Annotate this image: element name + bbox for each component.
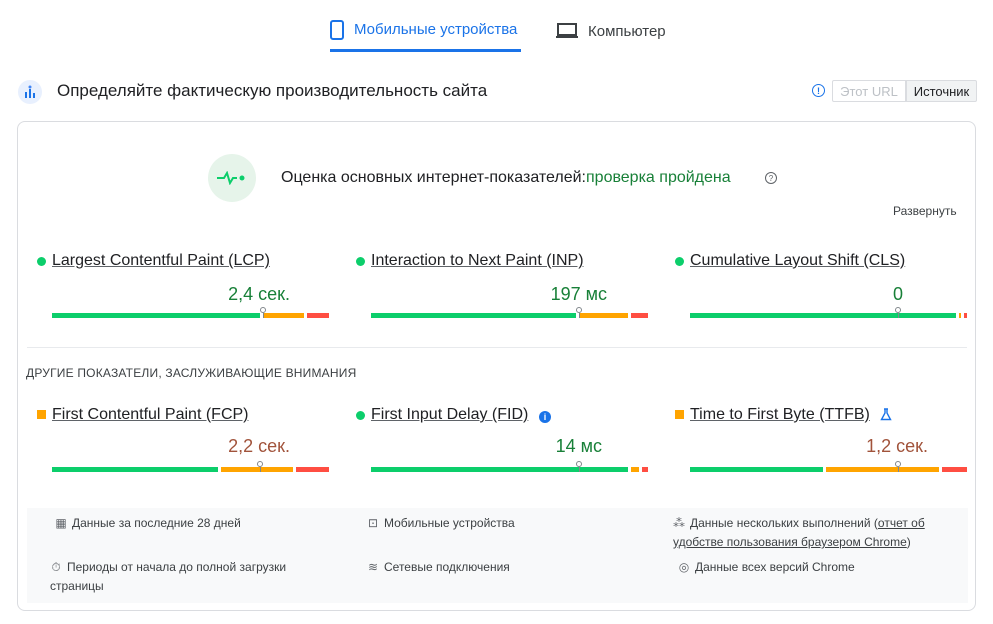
bar-segment-poor [964, 313, 967, 318]
bar-segment-good [52, 467, 218, 472]
bar-segment-poor [295, 467, 329, 472]
tab-mobile-label: Мобильные устройства [354, 21, 518, 38]
metric-lcp-bar [52, 307, 329, 318]
status-dot-good [356, 411, 365, 420]
assessment-text: Оценка основных интернет-показателей:про… [281, 168, 731, 188]
bar-segment-average [958, 313, 962, 318]
metric-inp-bar [371, 307, 648, 318]
pulse-icon [208, 154, 256, 202]
section-divider [27, 347, 967, 348]
assessment-status: проверка пройдена [586, 169, 731, 186]
metric-inp-link[interactable]: Interaction to Next Paint (INP) [371, 252, 584, 270]
metric-fcp-value: 2,2 сек. [228, 436, 290, 456]
versions-text: Данные всех версий Chrome [695, 560, 855, 574]
devices-icon: ⊡ [367, 516, 379, 530]
bar-segment-poor [631, 313, 648, 318]
expand-button[interactable]: Развернуть [893, 204, 957, 218]
info-icon[interactable]: i [539, 411, 551, 423]
status-dot-good [356, 257, 365, 266]
metric-ttfb-value: 1,2 сек. [866, 436, 928, 456]
metric-fid-link[interactable]: First Input Delay (FID) [371, 406, 528, 424]
users-icon: ⁂ [673, 516, 685, 530]
metric-fcp-bar [52, 461, 329, 472]
metric-inp-value: 197 мс [550, 284, 607, 304]
bar-segment-poor [642, 467, 648, 472]
status-square-average [675, 410, 684, 419]
device-text: Мобильные устройства [384, 516, 515, 530]
status-dot-good [675, 257, 684, 266]
runs-suffix: ) [906, 535, 911, 549]
toggle-origin[interactable]: Источник [906, 80, 977, 102]
bar-segment-average [220, 467, 293, 472]
percentile-marker [575, 461, 582, 472]
metric-cls-value: 0 [892, 284, 903, 304]
tab-mobile[interactable]: Мобильные устройства [330, 10, 521, 52]
durations-info: ⏱ Периоды от начала до полной загрузки ст… [50, 558, 320, 596]
period-info: ▦ Данные за последние 28 дней [55, 514, 241, 533]
runs-prefix: Данные нескольких выполнений ( [690, 516, 878, 530]
metric-lcp-value: 2,4 сек. [228, 284, 290, 304]
bar-segment-good [371, 467, 629, 472]
toggle-this-url[interactable]: Этот URL [832, 80, 906, 102]
device-info: ⊡ Мобильные устройства [367, 514, 515, 533]
percentile-marker [894, 307, 901, 318]
metric-ttfb-link[interactable]: Time to First Byte (TTFB) [690, 406, 870, 424]
bar-segment-average [262, 313, 304, 318]
metric-cls-bar [690, 307, 967, 318]
period-text: Данные за последние 28 дней [72, 516, 241, 530]
chrome-icon: ◎ [678, 560, 690, 574]
other-metrics-heading: ДРУГИЕ ПОКАЗАТЕЛИ, ЗАСЛУЖИВАЮЩИЕ ВНИМАНИ… [26, 366, 357, 380]
phone-icon [330, 19, 344, 40]
network-text: Сетевые подключения [384, 560, 510, 574]
metric-fid-value: 14 мс [555, 436, 602, 456]
bar-segment-average [578, 313, 629, 318]
assessment-label: Оценка основных интернет-показателей: [281, 169, 586, 186]
flask-icon[interactable] [880, 408, 892, 421]
percentile-marker [259, 307, 266, 318]
percentile-marker [575, 307, 582, 318]
bar-segment-good [690, 467, 823, 472]
bar-segment-good [690, 313, 956, 318]
data-info-panel: ▦ Данные за последние 28 дней ⊡ Мобильные … [27, 508, 968, 603]
help-icon[interactable]: ? [765, 172, 777, 184]
metric-lcp-link[interactable]: Largest Contentful Paint (LCP) [52, 252, 270, 270]
tab-desktop-label: Компьютер [588, 22, 666, 40]
percentile-marker [894, 461, 901, 472]
page-title: Определяйте фактическую производительнос… [57, 81, 488, 100]
runs-info: ⁂ Данные нескольких выполнений (отчет об … [673, 514, 953, 552]
durations-text: Периоды от начала до полной загрузки стр… [50, 560, 287, 593]
field-data-logo-icon [18, 80, 42, 104]
calendar-icon: ▦ [55, 516, 67, 530]
wifi-icon: ≋ [367, 560, 379, 574]
bar-segment-good [52, 313, 260, 318]
status-dot-good [37, 257, 46, 266]
info-icon[interactable]: ! [812, 84, 825, 97]
bar-segment-average [631, 467, 640, 472]
bar-segment-good [371, 313, 576, 318]
bar-segment-average [825, 467, 940, 472]
network-info: ≋ Сетевые подключения [367, 558, 510, 577]
laptop-icon [556, 23, 578, 38]
metric-cls-link[interactable]: Cumulative Layout Shift (CLS) [690, 252, 905, 270]
bar-segment-poor [942, 467, 967, 472]
status-square-average [37, 410, 46, 419]
percentile-marker [256, 461, 263, 472]
bar-segment-poor [306, 313, 329, 318]
tab-desktop[interactable]: Компьютер [556, 10, 666, 52]
metric-fcp-link[interactable]: First Contentful Paint (FCP) [52, 406, 249, 424]
metric-fid-bar [371, 461, 648, 472]
metric-ttfb-bar [690, 461, 967, 472]
timer-icon: ⏱ [51, 560, 61, 574]
versions-info: ◎ Данные всех версий Chrome [678, 558, 855, 577]
